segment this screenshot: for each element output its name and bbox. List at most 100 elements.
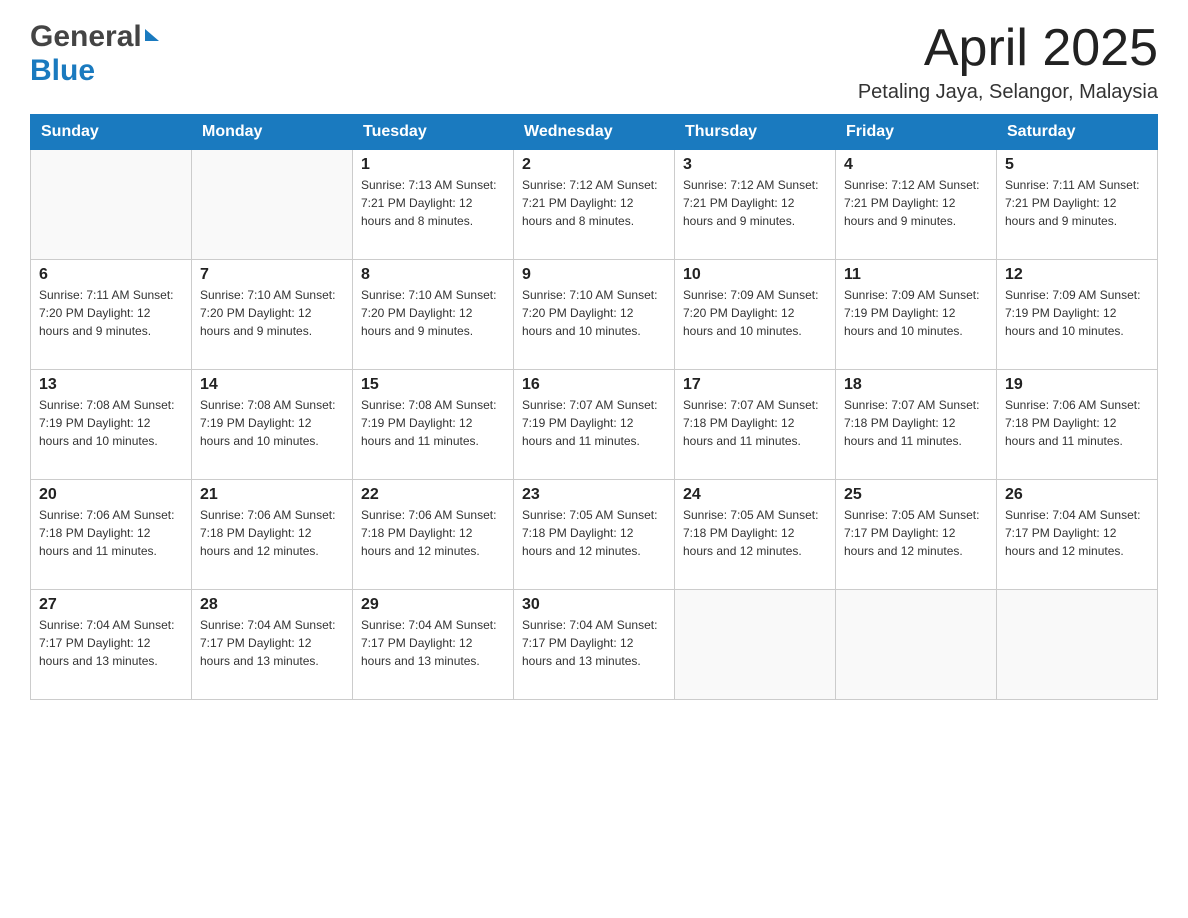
day-number: 15 (361, 376, 505, 394)
day-info: Sunrise: 7:06 AM Sunset: 7:18 PM Dayligh… (1005, 396, 1149, 450)
day-info: Sunrise: 7:08 AM Sunset: 7:19 PM Dayligh… (200, 396, 344, 450)
month-title: April 2025 (858, 20, 1158, 77)
table-row: 24 Sunrise: 7:05 AM Sunset: 7:18 PM Dayli… (675, 480, 836, 590)
calendar-week-row: 1Sunrise: 7:13 AM Sunset: 7:21 PM Daylig… (31, 150, 1158, 260)
day-info: Sunrise: 7:05 AM Sunset: 7:18 PM Dayligh… (683, 506, 827, 560)
day-info: Sunrise: 7:05 AM Sunset: 7:17 PM Dayligh… (844, 506, 988, 560)
day-number: 24 (683, 486, 827, 504)
day-info: Sunrise: 7:07 AM Sunset: 7:18 PM Dayligh… (683, 396, 827, 450)
day-info: Sunrise: 7:07 AM Sunset: 7:19 PM Dayligh… (522, 396, 666, 450)
table-row: 9 Sunrise: 7:10 AM Sunset: 7:20 PM Daylig… (514, 260, 675, 370)
calendar-week-row: 20Sunrise: 7:06 AM Sunset: 7:18 PM Dayli… (31, 480, 1158, 590)
day-number: 23 (522, 486, 666, 504)
calendar-week-row: 13 Sunrise: 7:08 AM Sunset: 7:19 PM Dayli… (31, 370, 1158, 480)
day-number: 6 (39, 266, 183, 284)
table-row: 13 Sunrise: 7:08 AM Sunset: 7:19 PM Dayli… (31, 370, 192, 480)
day-number: 9 (522, 266, 666, 284)
day-number: 8 (361, 266, 505, 284)
table-row: 6 Sunrise: 7:11 AM Sunset: 7:20 PM Daylig… (31, 260, 192, 370)
day-number: 29 (361, 596, 505, 614)
day-number: 22 (361, 486, 505, 504)
day-info: Sunrise: 7:09 AM Sunset: 7:20 PM Dayligh… (683, 286, 827, 340)
location-text: Petaling Jaya, Selangor, Malaysia (858, 81, 1158, 104)
day-info: Sunrise: 7:04 AM Sunset: 7:17 PM Dayligh… (522, 616, 666, 670)
day-number: 26 (1005, 486, 1149, 504)
day-number: 21 (200, 486, 344, 504)
table-row: 17Sunrise: 7:07 AM Sunset: 7:18 PM Dayli… (675, 370, 836, 480)
calendar-table: Sunday Monday Tuesday Wednesday Thursday… (30, 114, 1158, 700)
day-info: Sunrise: 7:04 AM Sunset: 7:17 PM Dayligh… (1005, 506, 1149, 560)
table-row: 5 Sunrise: 7:11 AM Sunset: 7:21 PM Daylig… (997, 150, 1158, 260)
day-info: Sunrise: 7:06 AM Sunset: 7:18 PM Dayligh… (361, 506, 505, 560)
table-row: 16 Sunrise: 7:07 AM Sunset: 7:19 PM Dayli… (514, 370, 675, 480)
calendar-week-row: 6 Sunrise: 7:11 AM Sunset: 7:20 PM Daylig… (31, 260, 1158, 370)
table-row (192, 150, 353, 260)
day-number: 27 (39, 596, 183, 614)
table-row (836, 590, 997, 700)
col-tuesday: Tuesday (353, 115, 514, 150)
table-row: 4 Sunrise: 7:12 AM Sunset: 7:21 PM Daylig… (836, 150, 997, 260)
table-row: 12Sunrise: 7:09 AM Sunset: 7:19 PM Dayli… (997, 260, 1158, 370)
day-info: Sunrise: 7:10 AM Sunset: 7:20 PM Dayligh… (522, 286, 666, 340)
day-number: 4 (844, 156, 988, 174)
day-info: Sunrise: 7:04 AM Sunset: 7:17 PM Dayligh… (200, 616, 344, 670)
day-info: Sunrise: 7:05 AM Sunset: 7:18 PM Dayligh… (522, 506, 666, 560)
day-info: Sunrise: 7:08 AM Sunset: 7:19 PM Dayligh… (39, 396, 183, 450)
day-number: 16 (522, 376, 666, 394)
table-row (997, 590, 1158, 700)
table-row: 29Sunrise: 7:04 AM Sunset: 7:17 PM Dayli… (353, 590, 514, 700)
page-header: General Blue April 2025 Petaling Jaya, S… (30, 20, 1158, 104)
day-info: Sunrise: 7:11 AM Sunset: 7:20 PM Dayligh… (39, 286, 183, 340)
table-row (675, 590, 836, 700)
col-thursday: Thursday (675, 115, 836, 150)
col-sunday: Sunday (31, 115, 192, 150)
day-info: Sunrise: 7:08 AM Sunset: 7:19 PM Dayligh… (361, 396, 505, 450)
logo-arrow-icon (145, 29, 159, 41)
table-row: 14 Sunrise: 7:08 AM Sunset: 7:19 PM Dayli… (192, 370, 353, 480)
day-number: 2 (522, 156, 666, 174)
table-row: 20Sunrise: 7:06 AM Sunset: 7:18 PM Dayli… (31, 480, 192, 590)
table-row: 1Sunrise: 7:13 AM Sunset: 7:21 PM Daylig… (353, 150, 514, 260)
day-info: Sunrise: 7:06 AM Sunset: 7:18 PM Dayligh… (39, 506, 183, 560)
table-row: 19 Sunrise: 7:06 AM Sunset: 7:18 PM Dayli… (997, 370, 1158, 480)
day-number: 30 (522, 596, 666, 614)
col-friday: Friday (836, 115, 997, 150)
table-row: 2 Sunrise: 7:12 AM Sunset: 7:21 PM Daylig… (514, 150, 675, 260)
table-row: 15 Sunrise: 7:08 AM Sunset: 7:19 PM Dayli… (353, 370, 514, 480)
table-row: 25Sunrise: 7:05 AM Sunset: 7:17 PM Dayli… (836, 480, 997, 590)
day-info: Sunrise: 7:04 AM Sunset: 7:17 PM Dayligh… (39, 616, 183, 670)
table-row: 30 Sunrise: 7:04 AM Sunset: 7:17 PM Dayli… (514, 590, 675, 700)
day-number: 7 (200, 266, 344, 284)
table-row: 11Sunrise: 7:09 AM Sunset: 7:19 PM Dayli… (836, 260, 997, 370)
day-info: Sunrise: 7:06 AM Sunset: 7:18 PM Dayligh… (200, 506, 344, 560)
day-number: 13 (39, 376, 183, 394)
day-info: Sunrise: 7:11 AM Sunset: 7:21 PM Dayligh… (1005, 176, 1149, 230)
day-number: 14 (200, 376, 344, 394)
day-info: Sunrise: 7:09 AM Sunset: 7:19 PM Dayligh… (1005, 286, 1149, 340)
day-number: 5 (1005, 156, 1149, 174)
table-row: 23 Sunrise: 7:05 AM Sunset: 7:18 PM Dayli… (514, 480, 675, 590)
day-number: 28 (200, 596, 344, 614)
day-number: 18 (844, 376, 988, 394)
table-row: 22 Sunrise: 7:06 AM Sunset: 7:18 PM Dayli… (353, 480, 514, 590)
day-info: Sunrise: 7:12 AM Sunset: 7:21 PM Dayligh… (844, 176, 988, 230)
day-info: Sunrise: 7:12 AM Sunset: 7:21 PM Dayligh… (522, 176, 666, 230)
table-row: 3Sunrise: 7:12 AM Sunset: 7:21 PM Daylig… (675, 150, 836, 260)
col-monday: Monday (192, 115, 353, 150)
day-number: 19 (1005, 376, 1149, 394)
table-row: 10 Sunrise: 7:09 AM Sunset: 7:20 PM Dayli… (675, 260, 836, 370)
logo-general-text: General (30, 20, 142, 54)
table-row: 26 Sunrise: 7:04 AM Sunset: 7:17 PM Dayli… (997, 480, 1158, 590)
logo-blue-text: Blue (30, 54, 95, 87)
title-section: April 2025 Petaling Jaya, Selangor, Mala… (858, 20, 1158, 104)
day-info: Sunrise: 7:09 AM Sunset: 7:19 PM Dayligh… (844, 286, 988, 340)
calendar-header-row: Sunday Monday Tuesday Wednesday Thursday… (31, 115, 1158, 150)
day-info: Sunrise: 7:12 AM Sunset: 7:21 PM Dayligh… (683, 176, 827, 230)
table-row: 8Sunrise: 7:10 AM Sunset: 7:20 PM Daylig… (353, 260, 514, 370)
table-row: 21 Sunrise: 7:06 AM Sunset: 7:18 PM Dayli… (192, 480, 353, 590)
table-row: 27 Sunrise: 7:04 AM Sunset: 7:17 PM Dayli… (31, 590, 192, 700)
col-saturday: Saturday (997, 115, 1158, 150)
day-info: Sunrise: 7:07 AM Sunset: 7:18 PM Dayligh… (844, 396, 988, 450)
table-row: 28 Sunrise: 7:04 AM Sunset: 7:17 PM Dayli… (192, 590, 353, 700)
day-number: 10 (683, 266, 827, 284)
